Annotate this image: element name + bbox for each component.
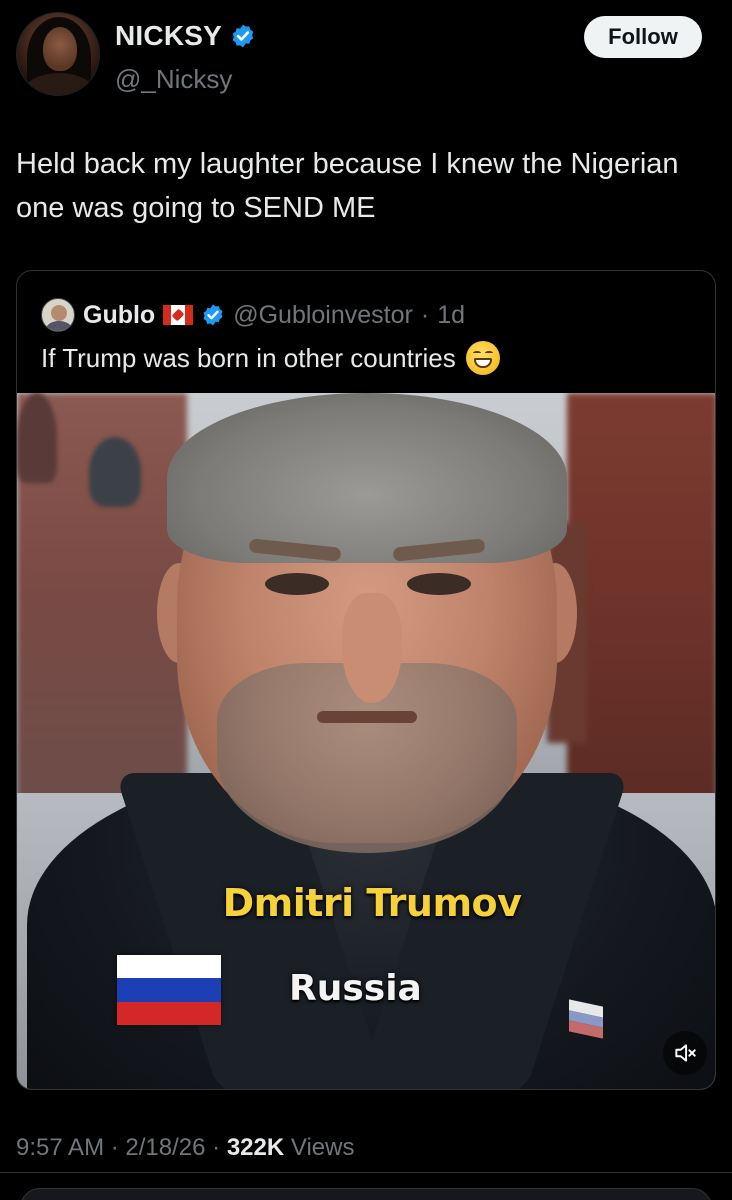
tweet-time[interactable]: 9:57 AM (16, 1134, 104, 1161)
verified-badge-icon (203, 304, 223, 326)
speaker-muted-icon (675, 1044, 696, 1062)
meta-separator: · (212, 1134, 221, 1161)
tweet-meta: 9:57 AM · 2/18/26 · 322K Views (16, 1134, 354, 1162)
follow-button[interactable]: Follow (584, 16, 702, 58)
cathedral-dome (89, 437, 141, 507)
quoted-tweet-header: Gublo @Gubloinvestor · 1d (41, 297, 465, 333)
video-caption-country: Russia (289, 968, 422, 1009)
divider (0, 1172, 732, 1173)
quoted-author-name: Gublo (83, 300, 156, 329)
author-name-row[interactable]: NICKSY (115, 20, 256, 52)
quoted-author-handle: @Gubloinvestor (233, 300, 413, 329)
verified-badge-icon (232, 24, 254, 48)
quoted-tweet-video[interactable]: Dmitri Trumov Russia (17, 393, 715, 1089)
views-count: 322K (226, 1134, 285, 1161)
grinning-face-icon (465, 341, 500, 375)
author-handle[interactable]: @_Nicksy (115, 64, 232, 95)
meta-separator: · (420, 300, 430, 329)
meta-separator: · (110, 1134, 119, 1161)
unmute-button[interactable] (663, 1031, 707, 1075)
quoted-tweet-age: 1d (437, 300, 465, 329)
quoted-tweet[interactable]: Gublo @Gubloinvestor · 1d If Trump was b… (16, 270, 716, 1090)
tweet-text: Held back my laughter because I knew the… (16, 148, 679, 224)
tweet-header: NICKSY @_Nicksy Follow (16, 12, 702, 102)
views-label: Views (290, 1134, 355, 1161)
quoted-tweet-text-row: If Trump was born in other countries (41, 341, 500, 375)
author-display-name[interactable]: NICKSY (115, 20, 222, 52)
video-caption-name: Dmitri Trumov (222, 881, 522, 925)
man-hair (167, 393, 567, 563)
quoted-tweet-text: If Trump was born in other countries (41, 342, 456, 373)
reply-bar[interactable] (20, 1188, 712, 1200)
author-avatar[interactable] (16, 12, 100, 96)
canada-flag-icon (163, 305, 194, 325)
tweet-date[interactable]: 2/18/26 (125, 1134, 205, 1161)
quoted-author-avatar (41, 298, 75, 332)
background-building-right (567, 393, 715, 813)
tweet-page: NICKSY @_Nicksy Follow Held back my laug… (0, 0, 732, 1200)
russia-flag-icon (117, 955, 221, 1025)
